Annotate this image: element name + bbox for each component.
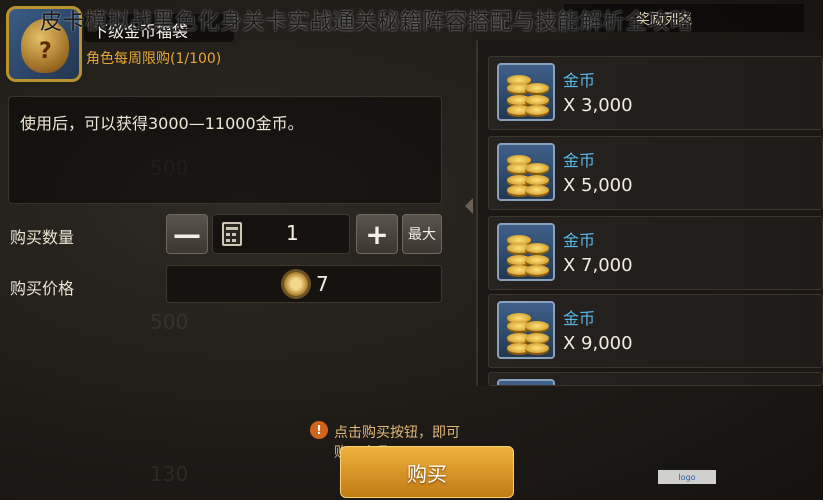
reward-quantity: X 7,000 [563,255,633,276]
reward-item: 金币 X 5,000 [488,136,823,210]
reward-item: 金币 [488,372,823,386]
quantity-value: 1 [286,221,299,245]
gold-coin-icon [497,223,555,281]
overlay-title: 皮卡模拟战黑色化身关卡实战通关秘籍阵容搭配与技能解析全攻略 [40,10,693,35]
gold-coin-icon [497,143,555,201]
reward-quantity: X 3,000 [563,95,633,116]
watermark-logo: logo [658,470,716,484]
reward-name: 金币 [563,231,596,250]
increase-button[interactable]: + [356,214,398,254]
reward-name: 金币 [563,151,596,170]
reward-name: 金币 [563,309,596,328]
reward-name: 金币 [563,71,596,90]
gold-coin-icon [497,63,555,121]
warning-icon: ! [310,421,328,439]
buy-button[interactable]: 购买 [340,446,514,498]
quantity-label: 购买数量 [10,228,75,247]
reward-name: 金币 [563,383,595,385]
purchase-limit: 角色每周限购(1/100) [86,51,222,67]
price-label: 购买价格 [10,279,75,298]
reward-item: 金币 X 9,000 [488,294,823,368]
reward-quantity: X 5,000 [563,175,633,196]
reward-item: 金币 X 3,000 [488,56,823,130]
reward-quantity: X 9,000 [563,333,633,354]
max-button[interactable]: 最大 [402,214,442,254]
gold-coin-icon [497,379,555,385]
gold-coin-icon [497,301,555,359]
purchase-panel: ? 下级金币福袋 角色每周限购(1/100) 使用后，可以获得3000—1100… [0,0,514,500]
calculator-icon[interactable] [222,222,242,246]
price-value: 7 [316,272,329,296]
arrow-left-icon [465,198,473,214]
medal-icon [284,272,308,296]
reward-item: 金币 X 7,000 [488,216,823,290]
decrease-button[interactable]: — [166,214,208,254]
item-description: 使用后，可以获得3000—11000金币。 [20,114,304,133]
